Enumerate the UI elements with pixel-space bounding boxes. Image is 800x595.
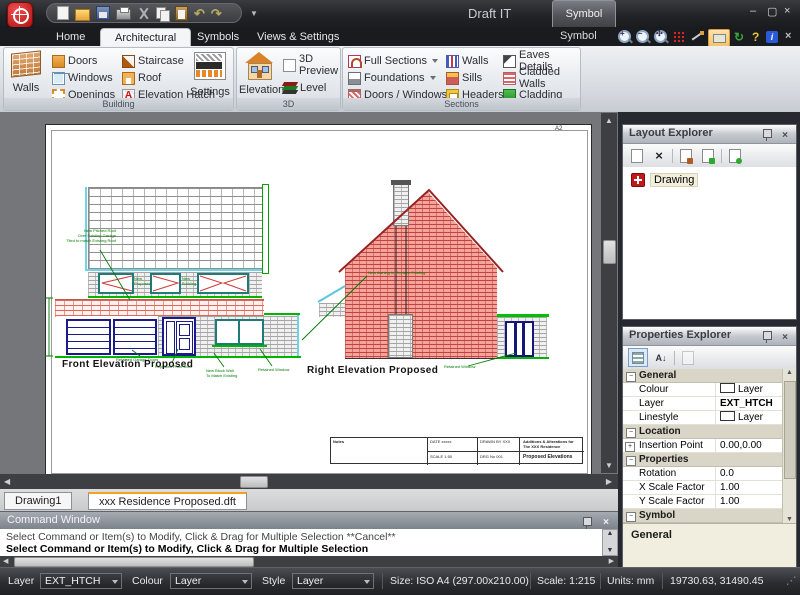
property-row-y-scale[interactable]: Y Scale Factor 1.00 <box>623 495 783 509</box>
properties-explorer-header[interactable]: Properties Explorer × <box>623 327 796 346</box>
style-label: Style <box>262 575 285 587</box>
sheet-size-status: Size: ISO A4 (297.00x210.00) <box>390 575 529 587</box>
cursor-coordinates: 19730.63, 31490.45 <box>670 575 763 587</box>
group-row-location[interactable]: −Location <box>623 425 783 439</box>
title-block-notes: Notes <box>333 439 344 444</box>
group-row-general[interactable]: −General <box>623 369 783 383</box>
doc-tab-drawing1[interactable]: Drawing1 <box>4 492 72 510</box>
panel-close-icon[interactable]: × <box>782 127 788 144</box>
sort-az-button[interactable]: A↓ <box>652 349 670 366</box>
scroll-down-arrow[interactable]: ▼ <box>783 516 796 523</box>
properties-grid: −General Colour Layer Layer EXT_HTCH Lin… <box>623 369 796 523</box>
pin-icon[interactable] <box>763 129 772 138</box>
vscroll-thumb[interactable] <box>603 240 616 264</box>
properties-toolbar: A↓ <box>623 346 796 370</box>
awning-annotation: New Awning to Replace Existing <box>368 270 448 275</box>
title-block-title: Proposed Elevations <box>523 455 572 460</box>
title-block: Notes DATE xxxxx DRAWN BY XXX SCALE 1:50… <box>330 437 583 464</box>
canvas-hscrollbar[interactable]: ◀ ▶ <box>0 474 618 489</box>
layout-item-drawing[interactable]: Drawing <box>631 173 698 187</box>
layout-tree: Drawing <box>623 167 796 319</box>
command-hscroll-thumb[interactable] <box>14 557 254 567</box>
layout-explorer-title: Layout Explorer <box>629 127 713 139</box>
application-window: ↶ ↷ ▼ Draft IT Symbol – ▢ × Home Archite… <box>0 0 800 595</box>
categorized-view-button[interactable] <box>628 348 648 367</box>
property-description: General <box>623 523 796 567</box>
import-layout-button[interactable] <box>677 147 695 164</box>
layout-explorer-panel: Layout Explorer × × Drawin <box>622 124 797 320</box>
properties-explorer-panel: Properties Explorer × A↓ −General Colour… <box>622 326 797 567</box>
window-annotation: Retained Window <box>258 367 303 372</box>
front-elevation-label: Front Elevation Proposed <box>62 359 193 370</box>
layout-explorer-toolbar: × <box>623 144 796 168</box>
colour-swatch[interactable] <box>720 383 735 393</box>
command-history[interactable]: Select Command or Item(s) to Modify, Cli… <box>0 529 602 557</box>
layout-item-label: Drawing <box>650 173 698 187</box>
command-line-2: Select Command or Item(s) to Modify, Cli… <box>6 543 368 555</box>
title-block-client: Additions & Alterations forThe XXX Resid… <box>523 439 583 449</box>
property-row-linestyle[interactable]: Linestyle Layer <box>623 411 783 425</box>
grid-scroll-thumb[interactable] <box>784 381 796 479</box>
canvas-vscrollbar[interactable]: ▲ ▼ <box>601 113 617 473</box>
scroll-left-arrow[interactable]: ◀ <box>3 557 8 565</box>
copy-layout-button[interactable] <box>726 147 744 164</box>
command-window-title: Command Window <box>7 514 100 526</box>
delete-layout-button[interactable]: × <box>650 147 668 164</box>
dropdown-caret <box>112 580 118 584</box>
resize-grip[interactable]: ⋰ <box>786 575 797 587</box>
roof-annotation: New Pitched Roof Over Existing Garage Ti… <box>56 228 116 243</box>
command-vscrollbar[interactable]: ▲ ▼ <box>602 529 618 556</box>
pin-icon[interactable] <box>583 517 592 526</box>
scroll-down-arrow[interactable]: ▼ <box>601 461 617 470</box>
scroll-up-arrow[interactable]: ▲ <box>603 530 617 537</box>
new-layout-button[interactable] <box>628 147 646 164</box>
right-elevation-label: Right Elevation Proposed <box>307 365 438 376</box>
doc-tab-residence[interactable]: xxx Residence Proposed.dft <box>88 492 247 510</box>
command-window-header[interactable]: Command Window × <box>0 511 618 529</box>
colour-dropdown[interactable]: Layer <box>170 573 252 589</box>
dropdown-caret <box>364 580 370 584</box>
status-bar: Layer EXT_HTCH Colour Layer Style Layer … <box>0 567 800 595</box>
hscroll-thumb[interactable] <box>240 476 268 488</box>
scroll-down-arrow[interactable]: ▼ <box>603 547 617 554</box>
scroll-right-arrow[interactable]: ▶ <box>606 477 612 486</box>
panel-close-icon[interactable]: × <box>782 329 788 346</box>
drawing-icon <box>631 173 645 187</box>
layout-explorer-header[interactable]: Layout Explorer × <box>623 125 796 144</box>
style-dropdown[interactable]: Layer <box>292 573 374 589</box>
command-hscrollbar[interactable]: ◀ ▶ <box>0 556 618 567</box>
scroll-right-arrow[interactable]: ▶ <box>609 557 614 565</box>
property-pages-button[interactable] <box>679 349 697 366</box>
wall-annotation: New Block Wall To Match Existing <box>206 368 251 378</box>
pin-icon[interactable] <box>763 331 772 340</box>
scroll-up-arrow[interactable]: ▲ <box>783 369 796 376</box>
units-status: Units: mm <box>607 575 654 587</box>
layer-label: Layer <box>8 575 34 587</box>
scroll-left-arrow[interactable]: ◀ <box>4 477 10 486</box>
property-row-insertion-point[interactable]: + Insertion Point 0.00,0.00 <box>623 439 783 453</box>
property-row-x-scale[interactable]: X Scale Factor 1.00 <box>623 481 783 495</box>
command-line-1: Select Command or Item(s) to Modify, Cli… <box>6 531 396 543</box>
scale-status: Scale: 1:215 <box>537 575 595 587</box>
description-title: General <box>631 529 672 541</box>
properties-explorer-title: Properties Explorer <box>629 329 731 341</box>
scroll-up-arrow[interactable]: ▲ <box>601 116 617 125</box>
docking-area: Layout Explorer × × Drawin <box>618 112 800 567</box>
update-layout-button[interactable] <box>699 147 717 164</box>
group-row-properties[interactable]: −Properties <box>623 453 783 467</box>
property-row-rotation[interactable]: Rotation 0.0 <box>623 467 783 481</box>
dropdown-caret <box>242 580 248 584</box>
colour-label: Colour <box>132 575 163 587</box>
property-row-colour[interactable]: Colour Layer <box>623 383 783 397</box>
right-window-annotation: Retained Window <box>444 364 489 369</box>
document-tab-bar: Drawing1 xxx Residence Proposed.dft <box>0 489 618 511</box>
properties-vscrollbar[interactable]: ▲ ▼ <box>782 369 796 523</box>
linestyle-swatch[interactable] <box>720 411 735 421</box>
layer-dropdown[interactable]: EXT_HTCH <box>40 573 122 589</box>
group-row-symbol[interactable]: −Symbol <box>623 509 783 523</box>
property-row-layer[interactable]: Layer EXT_HTCH <box>623 397 783 411</box>
